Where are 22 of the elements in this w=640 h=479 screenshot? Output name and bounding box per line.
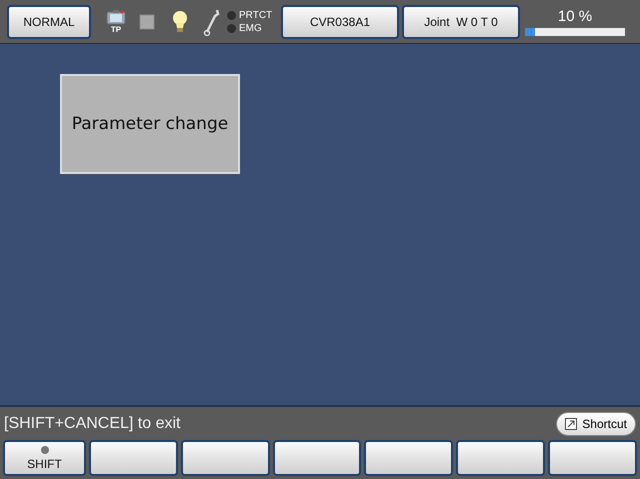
shortcut-icon [565, 418, 578, 430]
stop-icon [139, 14, 155, 30]
indicator-label: PRTCT [239, 10, 272, 20]
mode-button[interactable]: NORMAL [7, 4, 91, 38]
light-bulb-icon [171, 10, 189, 34]
speed-reading: 10 % [558, 8, 592, 26]
status-message: [SHIFT+CANCEL] to exit [4, 414, 180, 432]
function-key[interactable] [548, 440, 637, 476]
function-key[interactable] [364, 440, 454, 476]
menu-button[interactable]: Parameter change [60, 74, 240, 174]
shortcut-button[interactable]: Shortcut [556, 412, 636, 436]
tp-label: TP [110, 25, 122, 34]
teach-pendant-icon [106, 9, 126, 25]
function-key[interactable]: SHIFT [3, 440, 86, 476]
function-key[interactable] [456, 440, 546, 476]
coordinate-button[interactable]: Joint W 0 T 0 [402, 4, 520, 38]
function-key[interactable] [89, 440, 178, 476]
indicator-label: EMG [239, 22, 262, 34]
function-key[interactable] [180, 440, 270, 476]
program-button[interactable]: CVR038A1 [281, 4, 399, 38]
function-key[interactable] [272, 440, 362, 476]
wrench-icon [203, 8, 221, 36]
